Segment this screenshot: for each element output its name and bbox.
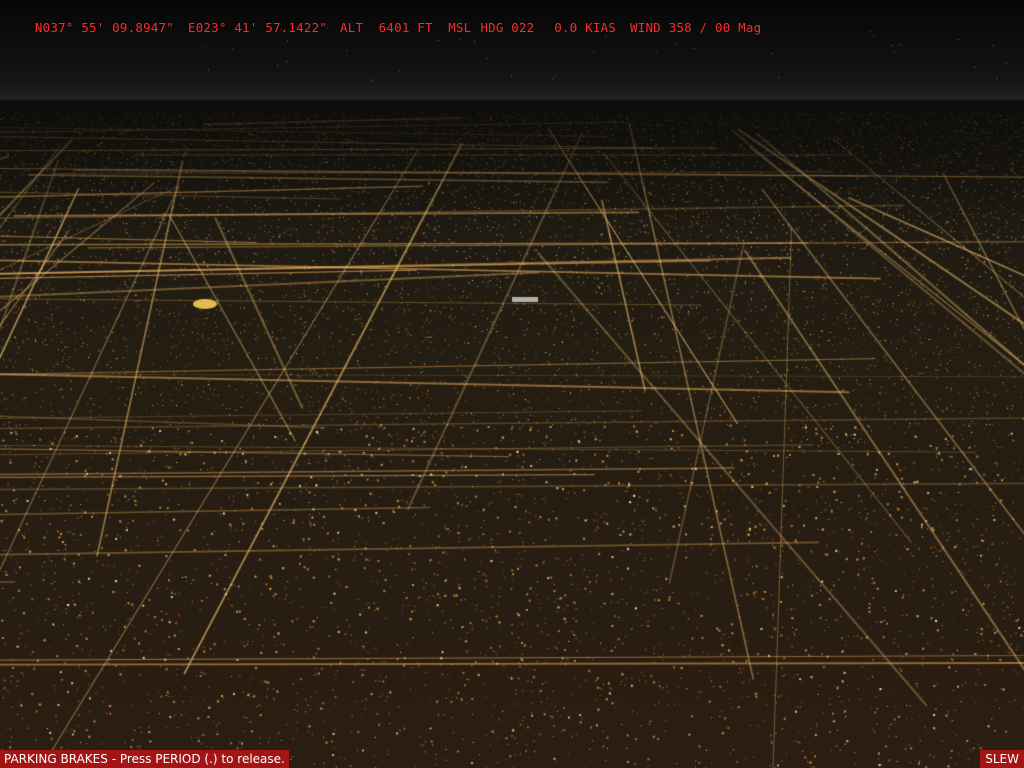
slew-mode-indicator: SLEW (980, 750, 1024, 768)
parking-brakes-message: PARKING BRAKES - Press PERIOD (.) to rel… (0, 750, 289, 768)
wind-readout: WIND 358 / 00 Mag (630, 20, 762, 35)
heading-readout: HDG 022 (480, 20, 535, 35)
night-city-scene (0, 0, 1024, 768)
sim-viewport[interactable]: N037° 55' 09.8947" E023° 41' 57.1422" ALT … (0, 0, 1024, 768)
altitude-readout: ALT 6401 FT MSL (340, 20, 472, 35)
latitude-readout: N037° 55' 09.8947" (34, 20, 174, 35)
hud-position-readout: N037° 55' 09.8947" E023° 41' 57.1422" ALT … (4, 4, 761, 35)
longitude-readout: E023° 41' 57.1422" (187, 20, 328, 35)
airspeed-readout: 0.0 KIAS (546, 20, 616, 35)
